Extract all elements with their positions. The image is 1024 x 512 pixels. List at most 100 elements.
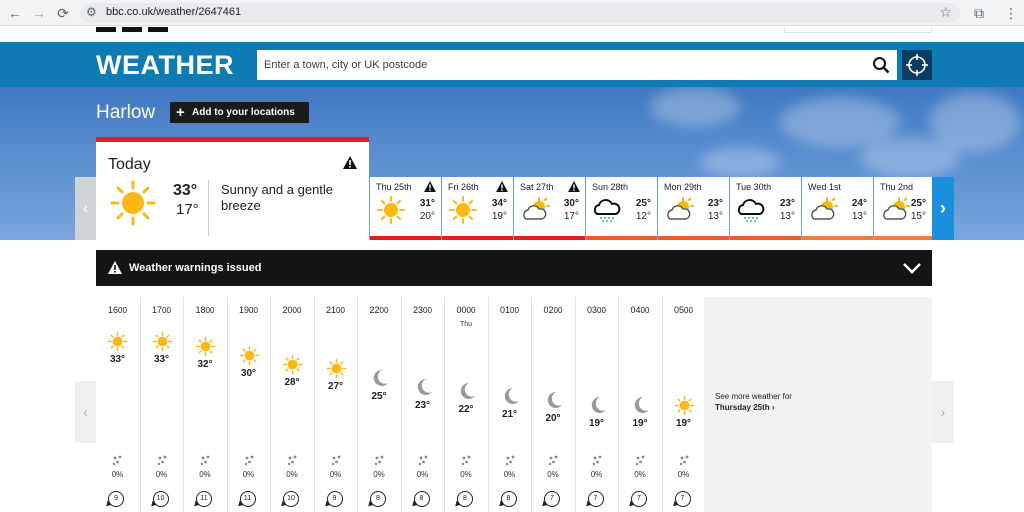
today-low: 17° — [176, 201, 199, 218]
hour-column[interactable]: 1700 33° 0% 10 — [139, 297, 183, 512]
rain-chance: 0% — [199, 470, 211, 479]
wind-speed: 8 — [496, 491, 517, 509]
hour-time: 0200 — [543, 305, 563, 315]
hour-column[interactable]: 2200 25° 0% 8 — [357, 297, 400, 512]
warning-icon — [424, 181, 436, 192]
rain-chance: 0% — [503, 470, 516, 479]
reload-icon[interactable]: ⟳ — [54, 4, 72, 22]
wind-direction-icon — [104, 500, 112, 509]
hours-prev-button[interactable]: ‹ — [75, 381, 96, 443]
search-input[interactable] — [258, 51, 868, 79]
forecast-day[interactable]: Tue 30th 23° 13° — [730, 177, 801, 240]
wind-direction-icon — [366, 500, 374, 509]
hour-time: 2000 — [282, 305, 302, 315]
raindrops-icon — [635, 455, 645, 466]
hour-temp: 19° — [588, 418, 605, 429]
hours-next-button[interactable]: › — [932, 381, 954, 443]
raindrops-icon — [287, 455, 297, 466]
bbc-logo-block[interactable] — [122, 27, 142, 32]
hour-column[interactable]: 1600 33° 0% 9 — [96, 297, 139, 512]
hour-column[interactable]: 1900 30° 0% 11 — [226, 297, 270, 512]
sun-icon — [376, 195, 406, 225]
days-prev-button[interactable]: ‹ — [75, 177, 96, 240]
wind-direction-icon — [192, 500, 200, 509]
forward-icon[interactable]: → — [30, 4, 48, 22]
account-area[interactable] — [784, 27, 932, 33]
days-next-button[interactable]: › — [932, 177, 954, 240]
address-bar[interactable]: ⚙ bbc.co.uk/weather/2647461 ☆ — [80, 3, 960, 23]
wind-speed: 7 — [670, 491, 691, 509]
hour-column[interactable]: 0300 19° 0% 7 — [574, 297, 618, 512]
day-low: 20° — [419, 211, 435, 222]
hour-column[interactable]: 0400 19° 0% 7 — [618, 297, 661, 512]
hour-column[interactable]: 0000 Thu 22° 0% 8 — [444, 297, 487, 512]
sun-icon — [239, 345, 260, 366]
hour-column[interactable]: 1800 32° 0% 11 — [183, 297, 226, 512]
today-high: 33° — [173, 182, 198, 199]
forecast-day[interactable]: Mon 29th 23° 13° — [658, 177, 729, 240]
forecast-day[interactable]: Fri 26th 34° 19° — [442, 177, 513, 240]
see-more-link[interactable]: Thursday 25th › — [715, 403, 775, 412]
hour-day-label: Thu — [459, 321, 473, 328]
extensions-icon[interactable]: ⧉ — [970, 4, 988, 22]
raindrops-icon — [331, 455, 340, 466]
day-high: 23° — [707, 198, 723, 209]
hour-temp: 21° — [501, 408, 518, 420]
weather-logo[interactable]: WEATHER — [96, 50, 234, 81]
bookmark-star-icon[interactable]: ☆ — [939, 4, 952, 21]
rain-chance: 0% — [242, 470, 255, 479]
hour-temp: 19° — [632, 418, 648, 429]
url-text: bbc.co.uk/weather/2647461 — [106, 6, 242, 18]
back-icon[interactable]: ← — [6, 4, 24, 22]
see-more-label: See more weather for — [715, 392, 792, 401]
site-settings-icon[interactable]: ⚙ — [86, 5, 97, 19]
forecast-day[interactable]: Thu 25th 31° 20° — [370, 177, 441, 240]
hour-temp: 33° — [109, 354, 126, 365]
sun-icon — [326, 358, 347, 379]
wind-speed: 9 — [104, 491, 124, 509]
wind-direction-icon — [409, 500, 418, 509]
hour-time: 0100 — [500, 305, 519, 315]
day-label: Fri 26th — [448, 182, 479, 192]
forecast-day[interactable]: Sat 27th 30° 17° — [514, 177, 585, 240]
raindrops-icon — [200, 455, 210, 466]
hour-column[interactable]: 0500 19° 0% 7 — [661, 297, 705, 512]
see-more-day: Thursday 25th — [715, 403, 770, 412]
sun-icon — [448, 195, 478, 225]
add-location-button[interactable]: + Add to your locations — [170, 102, 309, 123]
chevron-down-icon[interactable] — [902, 261, 922, 275]
rain-cloud-icon — [592, 195, 622, 225]
raindrops-icon — [461, 455, 471, 466]
hour-time: 0000 — [456, 305, 476, 315]
hour-temp: 20° — [545, 413, 561, 425]
hour-column[interactable]: 0200 20° 0% 7 — [531, 297, 574, 512]
rain-chance: 0% — [155, 470, 168, 479]
moon-icon — [369, 368, 390, 389]
hour-column[interactable]: 2300 23° 0% 8 — [400, 297, 444, 512]
locate-me-icon[interactable] — [902, 50, 932, 80]
rain-chance: 0% — [460, 470, 472, 479]
forecast-day[interactable]: Sun 28th 25° 12° — [586, 177, 657, 240]
wind-direction-icon — [670, 500, 679, 509]
hour-time: 0400 — [630, 305, 650, 315]
hour-temp: 19° — [675, 418, 692, 429]
forecast-day[interactable]: Thu 2nd 25° 15° — [874, 177, 932, 240]
bbc-logo-block[interactable] — [148, 27, 168, 32]
menu-icon[interactable]: ⋮ — [1002, 4, 1020, 22]
plus-icon: + — [176, 104, 185, 121]
today-card[interactable]: Today 33° 17° Sunny and a gentle breeze — [96, 137, 369, 240]
hour-column[interactable]: 2000 28° 0% 10 — [270, 297, 313, 512]
hour-column[interactable]: 0100 21° 0% 8 — [487, 297, 531, 512]
day-label: Wed 1st — [808, 182, 841, 192]
sun-cloud-icon — [808, 195, 838, 225]
search-icon[interactable] — [872, 56, 890, 74]
divider — [208, 180, 209, 236]
moon-icon — [413, 377, 434, 398]
hour-column[interactable]: 2100 27° 0% 9 — [313, 297, 357, 512]
rain-chance: 0% — [547, 470, 559, 479]
weather-warnings-bar[interactable]: Weather warnings issued — [96, 250, 932, 286]
forecast-day[interactable]: Wed 1st 24° 13° — [802, 177, 873, 240]
wind-speed: 10 — [279, 491, 299, 509]
bbc-logo-block[interactable] — [96, 27, 116, 32]
see-more-panel[interactable]: See more weather for Thursday 25th › — [704, 297, 932, 512]
